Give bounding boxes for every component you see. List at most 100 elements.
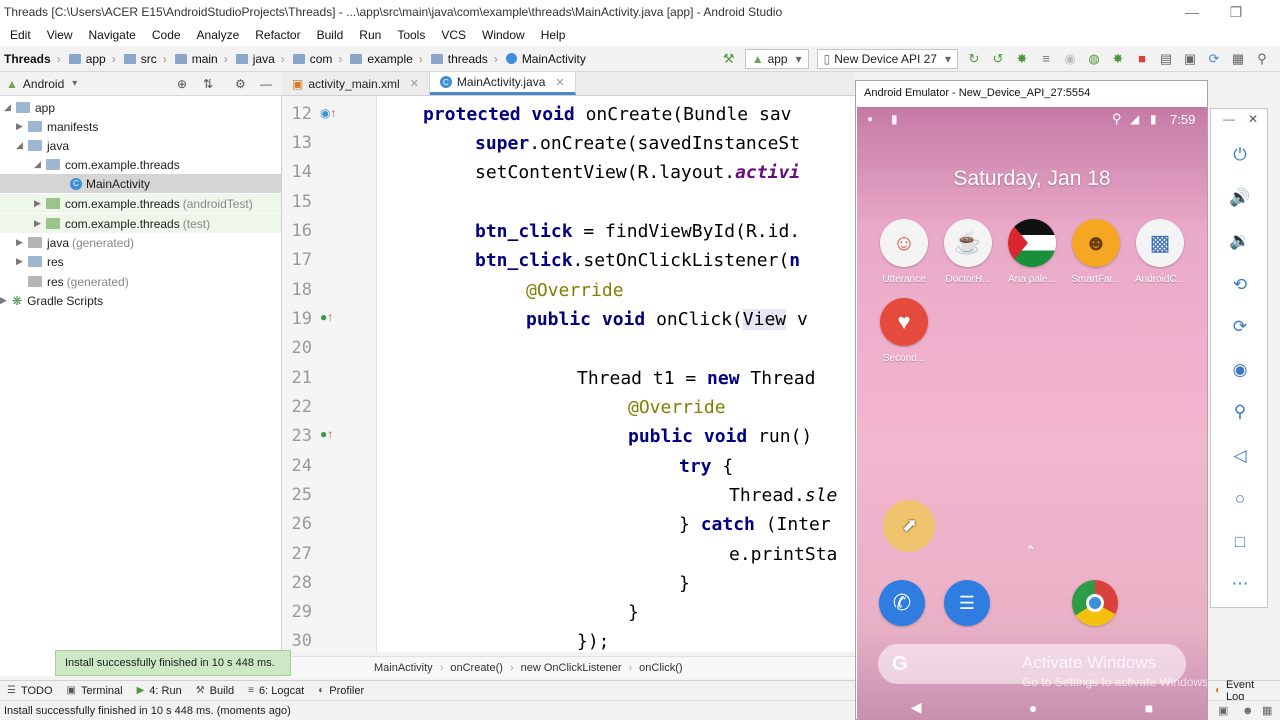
implement-marker-icon[interactable]: ●↑ xyxy=(320,427,333,441)
stop-icon[interactable]: ■ xyxy=(1133,50,1151,68)
chevron-down-icon[interactable]: ▾ xyxy=(72,78,77,89)
tree-item-package[interactable]: ◢ com.example.threads xyxy=(34,155,180,174)
breadcrumb-com[interactable]: com › xyxy=(289,52,347,66)
gear-icon[interactable]: ⚙ xyxy=(235,77,246,91)
close-icon[interactable]: ✕ xyxy=(555,76,564,89)
breadcrumb-project[interactable]: Threads › xyxy=(0,52,65,66)
menu-run[interactable]: Run xyxy=(351,28,389,42)
tab-mainactivity-java[interactable]: C MainActivity.java ✕ xyxy=(429,72,576,95)
recents-icon[interactable]: ■ xyxy=(1145,700,1153,716)
menu-build[interactable]: Build xyxy=(309,28,352,42)
minimize-icon[interactable]: — xyxy=(1223,112,1235,126)
zoom-icon[interactable]: ⚲ xyxy=(1228,400,1252,424)
search-icon[interactable]: ⚲ xyxy=(1253,50,1271,68)
more-icon[interactable]: ⋯ xyxy=(1228,572,1252,596)
app-drawer-chevron-icon[interactable]: ⌃ xyxy=(1025,543,1036,559)
app-utterance[interactable]: ☺ Utterance xyxy=(874,219,934,285)
attach-icon[interactable]: ≡ xyxy=(1037,50,1055,68)
rerun-icon[interactable]: ↻ xyxy=(965,50,983,68)
home-icon[interactable]: ○ xyxy=(1228,487,1252,511)
back-icon[interactable]: ◀ xyxy=(911,699,922,716)
sdk-manager-icon[interactable]: ⟳ xyxy=(1205,50,1223,68)
rotate-left-icon[interactable]: ⟲ xyxy=(1228,273,1252,297)
crumb-onclick[interactable]: onClick() xyxy=(639,662,682,674)
device-screen[interactable]: ● ▮ ⚲ ◢ ▮ 7:59 Saturday, Jan 18 ☺ Uttera… xyxy=(857,107,1207,720)
run-config-select[interactable]: ▲ app ▾ xyxy=(744,48,809,69)
app-second[interactable]: ♥ Second... xyxy=(874,298,934,364)
attach-debugger-icon[interactable]: ✸ xyxy=(1109,50,1127,68)
menu-navigate[interactable]: Navigate xyxy=(80,28,143,42)
close-icon[interactable]: ✕ xyxy=(1248,112,1258,126)
locate-icon[interactable]: ⊕ xyxy=(177,77,187,91)
app-doctorh[interactable]: ☕ DoctorH... xyxy=(938,219,998,285)
collapse-icon[interactable]: ⇅ xyxy=(203,77,213,91)
menu-vcs[interactable]: VCS xyxy=(433,28,474,42)
app-smartfar[interactable]: ☻ SmartFar... xyxy=(1066,219,1126,285)
breadcrumb-src[interactable]: src › xyxy=(120,52,171,66)
menu-edit[interactable]: Edit xyxy=(2,28,39,42)
app-androidc[interactable]: ▩ AndroidC... xyxy=(1130,219,1190,285)
home-icon[interactable]: ● xyxy=(1029,700,1037,716)
sync-icon[interactable]: ▤ xyxy=(1157,50,1175,68)
menu-view[interactable]: View xyxy=(39,28,81,42)
device-select[interactable]: ▯ New Device API 27 ▾ xyxy=(816,48,958,69)
tree-item-java[interactable]: ◢ java xyxy=(16,136,69,155)
menu-refactor[interactable]: Refactor xyxy=(247,28,308,42)
close-icon[interactable]: ✕ xyxy=(410,77,419,90)
memory-icon[interactable]: ▦ xyxy=(1262,704,1272,717)
back-icon[interactable]: ◁ xyxy=(1228,444,1252,468)
tree-item-res-generated[interactable]: res (generated) xyxy=(16,272,129,291)
tool-logcat[interactable]: ≡ 6: Logcat xyxy=(241,685,311,697)
tool-event-log[interactable]: ◐ Event Log xyxy=(1208,679,1280,703)
project-view-select[interactable]: Android xyxy=(23,77,64,91)
install-notification[interactable]: Install successfully finished in 10 s 44… xyxy=(55,650,291,676)
tool-terminal[interactable]: ▣ Terminal xyxy=(60,685,130,697)
camera-icon[interactable]: ◉ xyxy=(1228,358,1252,382)
app-ana-pale[interactable]: Ana pale... xyxy=(1002,219,1062,285)
coverage-icon[interactable]: ◉ xyxy=(1061,50,1079,68)
menu-code[interactable]: Code xyxy=(144,28,189,42)
minimize-icon[interactable]: — xyxy=(1170,0,1214,24)
hide-icon[interactable]: — xyxy=(260,77,272,91)
debug-icon[interactable]: ✸ xyxy=(1013,50,1031,68)
volume-up-icon[interactable]: 🔊 xyxy=(1228,186,1252,210)
tree-item-res[interactable]: ▶ res xyxy=(16,252,64,271)
messages-icon[interactable]: ☰ xyxy=(944,580,990,626)
breadcrumb-threads[interactable]: threads › xyxy=(427,52,502,66)
implement-marker-icon[interactable]: ●↑ xyxy=(320,310,333,324)
rotate-right-icon[interactable]: ⟳ xyxy=(1228,315,1252,339)
phone-icon[interactable]: ✆ xyxy=(879,580,925,626)
tool-build[interactable]: ⚒ Build xyxy=(189,685,241,697)
power-icon[interactable]: ⏻ xyxy=(1228,143,1252,167)
tree-item-java-generated[interactable]: ▶ java (generated) xyxy=(16,233,134,252)
inspector-icon[interactable]: ☻ xyxy=(1242,705,1254,717)
tree-item-androidtest[interactable]: ▶ com.example.threads (androidTest) xyxy=(0,194,281,213)
chrome-icon[interactable] xyxy=(1072,580,1118,626)
tree-item-app[interactable]: ◢ app xyxy=(4,98,55,117)
volume-down-icon[interactable]: 🔉 xyxy=(1228,229,1252,253)
home-date[interactable]: Saturday, Jan 18 xyxy=(857,167,1207,191)
breadcrumb-main[interactable]: main › xyxy=(171,52,232,66)
tree-item-test[interactable]: ▶ com.example.threads (test) xyxy=(0,214,281,233)
overview-icon[interactable]: □ xyxy=(1228,530,1252,554)
crumb-class[interactable]: MainActivity xyxy=(374,662,433,674)
tree-item-gradle-scripts[interactable]: ▶ ❋ Gradle Scripts xyxy=(0,291,103,310)
tree-item-manifests[interactable]: ▶ manifests xyxy=(16,117,98,136)
make-project-icon[interactable]: ⚒ xyxy=(720,50,738,68)
avd-manager-icon[interactable]: ▣ xyxy=(1181,50,1199,68)
tool-profiler[interactable]: ◐ Profiler xyxy=(311,685,371,697)
breadcrumb-mainactivity[interactable]: MainActivity xyxy=(502,52,590,66)
crumb-method[interactable]: onCreate() xyxy=(450,662,503,674)
tab-activity-main-xml[interactable]: ▣ activity_main.xml ✕ xyxy=(282,72,430,95)
tool-run[interactable]: ▶ 4: Run xyxy=(130,685,189,697)
tool-todo[interactable]: ☰ TODO xyxy=(0,685,60,697)
code-editor[interactable]: protected void onCreate(Bundle sav super… xyxy=(377,96,855,652)
menu-help[interactable]: Help xyxy=(533,28,574,42)
menu-window[interactable]: Window xyxy=(474,28,533,42)
apply-changes-icon[interactable]: ↺ xyxy=(989,50,1007,68)
breadcrumb-example[interactable]: example › xyxy=(346,52,426,66)
override-marker-icon[interactable]: ◉↑ xyxy=(320,106,336,120)
restore-icon[interactable]: ❐ xyxy=(1214,0,1258,24)
breadcrumb-java[interactable]: java › xyxy=(232,52,289,66)
layout-inspector-icon[interactable]: ▦ xyxy=(1229,50,1247,68)
